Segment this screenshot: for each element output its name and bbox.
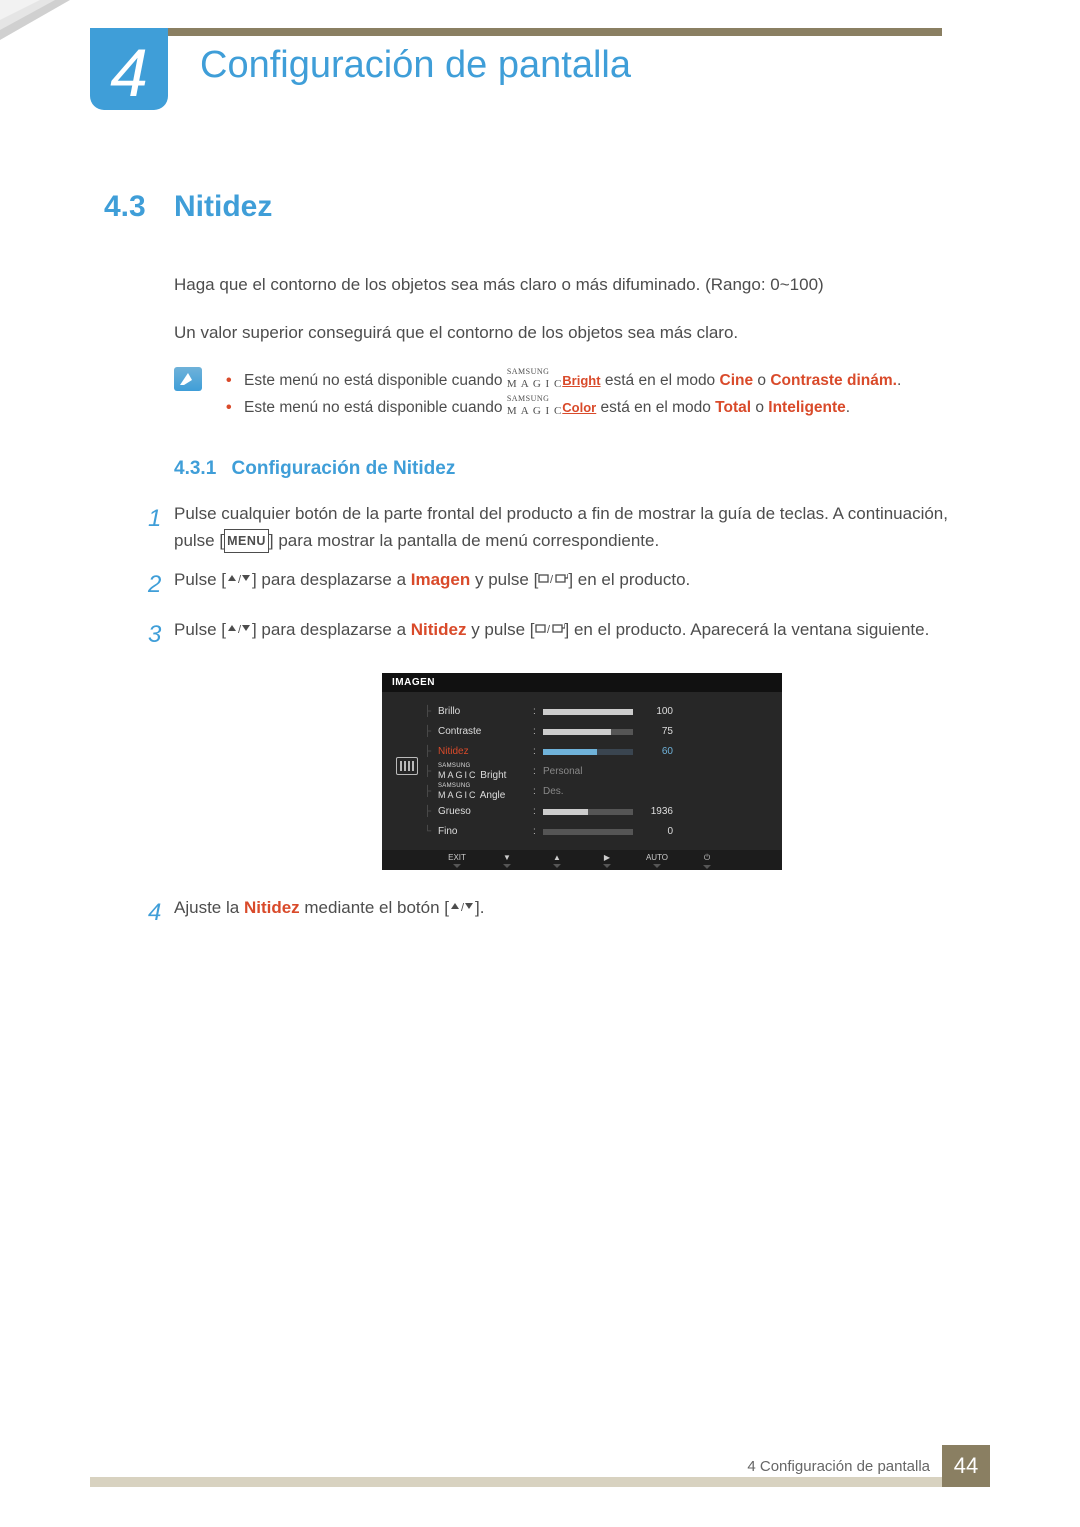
osd-nav-button: EXIT <box>432 853 482 869</box>
footer-chapter-label: 4 Configuración de pantalla <box>747 1458 930 1475</box>
intro-p1: Haga que el contorno de los objetos sea … <box>174 272 990 298</box>
step-4: 4 Ajuste la Nitidez mediante el botón [/… <box>148 894 990 932</box>
section-title: Nitidez <box>174 190 272 224</box>
osd-row: └Fino:0 <box>424 822 768 842</box>
osd-row: ├Nitidez:60 <box>424 742 768 762</box>
note-item-1: • Este menú no está disponible cuando SA… <box>226 367 990 394</box>
osd-row: ├Grueso:1936 <box>424 802 768 822</box>
osd-button-row: EXIT▼▲▶AUTO⏻ <box>382 850 782 870</box>
osd-nav-button: ▶ <box>582 853 632 869</box>
top-accent-bar <box>168 28 942 36</box>
svg-text:/: / <box>238 624 242 635</box>
note-block: • Este menú no está disponible cuando SA… <box>174 367 990 422</box>
subsection-title: Configuración de Nitidez <box>232 458 456 479</box>
osd-nav-button: ▼ <box>482 853 532 869</box>
svg-text:/: / <box>550 574 554 585</box>
intro-p2: Un valor superior conseguirá que el cont… <box>174 320 990 346</box>
subsection-number: 4.3.1 <box>174 458 216 479</box>
up-down-arrow-icon: / <box>226 616 252 643</box>
footer-accent-bar <box>90 1477 942 1487</box>
rect-enter-icon: / <box>538 566 568 593</box>
section-number: 4.3 <box>104 190 174 224</box>
note-item-2: • Este menú no está disponible cuando SA… <box>226 394 990 421</box>
svg-text:/: / <box>238 574 242 585</box>
osd-nav-button: ⏻ <box>682 853 732 869</box>
menu-key-icon: MENU <box>224 529 269 553</box>
page-number: 44 <box>942 1445 990 1487</box>
chapter-number-badge: 4 <box>90 28 168 110</box>
osd-row: ├SAMSUNGMAGIC Angle:Des. <box>424 782 768 802</box>
up-down-arrow-icon: / <box>226 566 252 593</box>
osd-row: ├Brillo:100 <box>424 702 768 722</box>
osd-menu-screenshot: IMAGEN ├Brillo:100├Contraste:75├Nitidez:… <box>382 673 782 870</box>
osd-row: ├SAMSUNGMAGIC Bright:Personal <box>424 762 768 782</box>
section-heading: 4.3 Nitidez <box>104 190 990 224</box>
rect-enter-icon: / <box>535 616 565 643</box>
chapter-title: Configuración de pantalla <box>200 44 631 87</box>
osd-row: ├Contraste:75 <box>424 722 768 742</box>
note-icon <box>174 367 202 391</box>
osd-nav-button: ▲ <box>532 853 582 869</box>
svg-text:/: / <box>461 902 465 913</box>
step-1: 1 Pulse cualquier botón de la parte fron… <box>148 500 990 554</box>
corner-decoration <box>0 0 100 80</box>
up-down-arrow-icon: / <box>449 894 475 921</box>
intro-text: Haga que el contorno de los objetos sea … <box>174 272 990 345</box>
step-2: 2 Pulse [/] para desplazarse a Imagen y … <box>148 566 990 604</box>
svg-text:/: / <box>547 624 551 635</box>
subsection-heading: 4.3.1 Configuración de Nitidez <box>174 458 990 480</box>
footer: 4 Configuración de pantalla 44 <box>0 1445 1080 1487</box>
step-3: 3 Pulse [/] para desplazarse a Nitidez y… <box>148 616 990 654</box>
osd-nav-button: AUTO <box>632 853 682 869</box>
osd-title: IMAGEN <box>382 673 782 692</box>
osd-category-icon <box>396 757 418 775</box>
